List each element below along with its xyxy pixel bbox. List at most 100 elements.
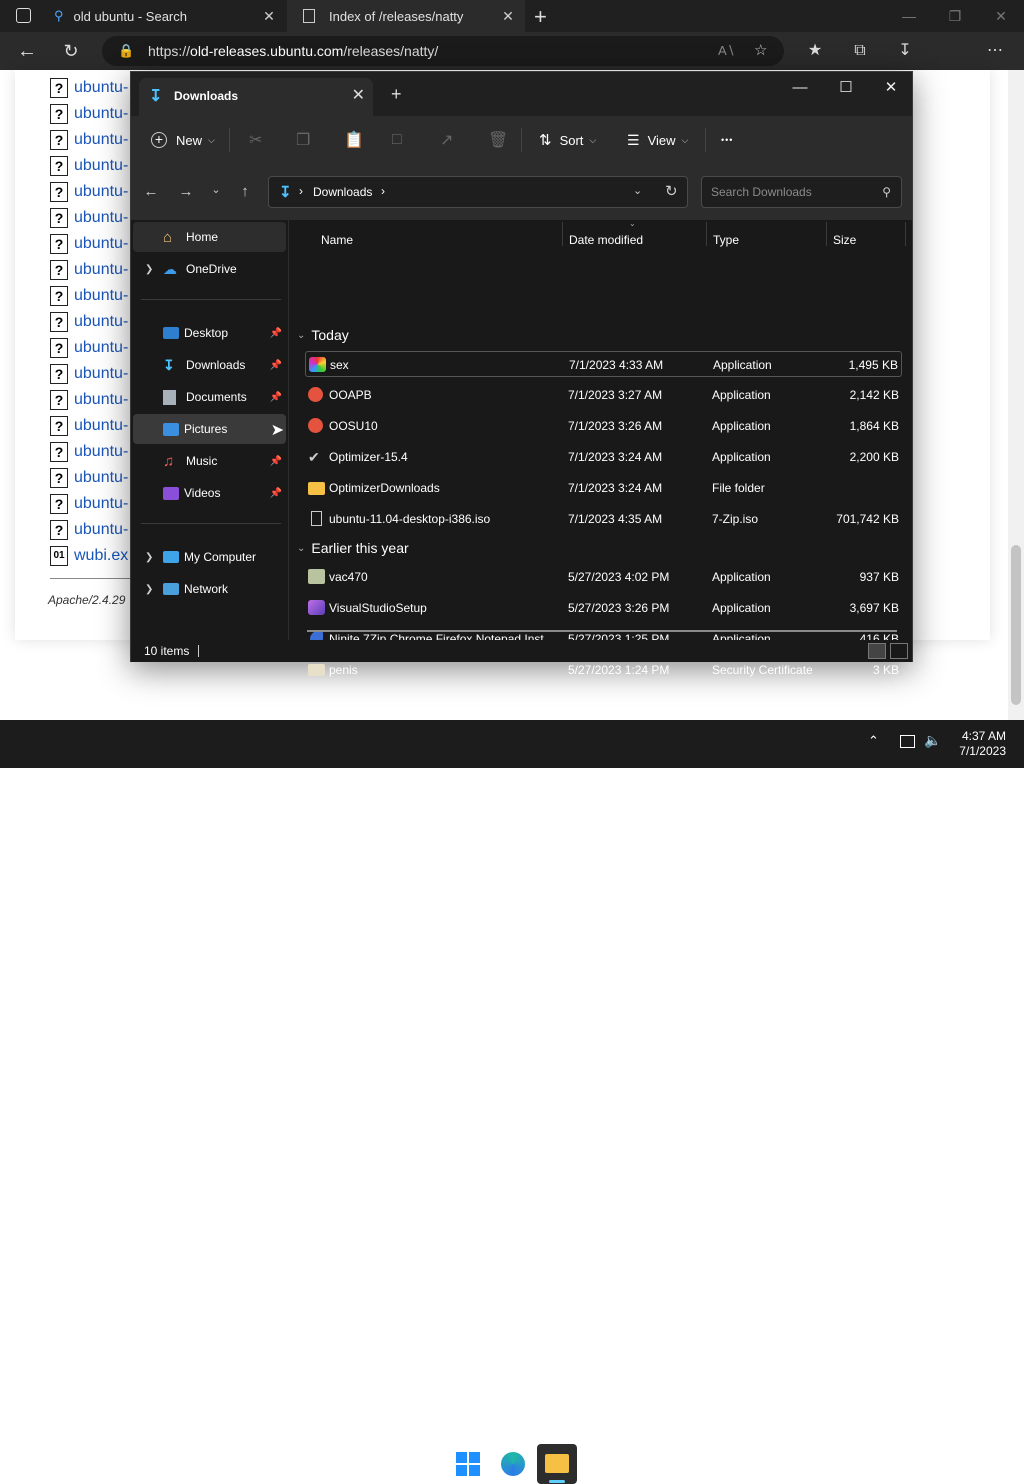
table-row[interactable]: ubuntu-11.04-desktop-i386.iso 7/1/2023 4… xyxy=(305,506,902,532)
chevron-right-icon[interactable]: ❯ xyxy=(145,552,153,563)
search-icon[interactable]: ⚲ xyxy=(882,177,891,207)
favorites-icon[interactable]: ★ xyxy=(800,36,830,66)
list-item[interactable]: ? ubuntu- xyxy=(50,363,128,385)
tiles-view-icon[interactable] xyxy=(890,643,908,659)
minimize-button[interactable]: — xyxy=(886,0,932,32)
browser-tab-index[interactable]: Index of /releases/natty ✕ xyxy=(287,0,525,32)
table-row[interactable]: VisualStudioSetup 5/27/2023 3:26 PM Appl… xyxy=(305,595,902,621)
chevron-down-icon[interactable]: ⌄ xyxy=(633,184,642,197)
new-button[interactable]: + New ⌵ xyxy=(151,126,215,154)
up-icon[interactable]: ↑ xyxy=(233,183,257,203)
column-divider[interactable] xyxy=(826,222,827,246)
table-row[interactable]: OOSU10 7/1/2023 3:26 AM Application 1,86… xyxy=(305,413,902,439)
pin-icon[interactable]: 📌 xyxy=(270,488,282,499)
list-item[interactable]: ? ubuntu- xyxy=(50,493,128,515)
list-item[interactable]: ? ubuntu- xyxy=(50,415,128,437)
recent-locations-icon[interactable]: ⌄ xyxy=(204,183,228,203)
column-divider[interactable] xyxy=(562,222,563,246)
new-tab-button[interactable]: + xyxy=(391,84,402,105)
minimize-button[interactable]: — xyxy=(777,74,823,102)
nav-item-pictures[interactable]: Pictures ➤ xyxy=(133,414,286,444)
close-icon[interactable]: ✕ xyxy=(499,7,517,25)
nav-item-my-computer[interactable]: ❯ My Computer xyxy=(133,542,286,572)
close-icon[interactable]: ✕ xyxy=(352,85,365,105)
breadcrumb-item-downloads[interactable]: Downloads xyxy=(313,185,372,199)
back-icon[interactable]: ← xyxy=(139,183,163,203)
read-aloud-icon[interactable]: A∖ xyxy=(718,36,735,66)
start-button[interactable] xyxy=(448,1444,488,1484)
chevron-up-icon[interactable]: ⌃ xyxy=(868,733,879,749)
column-divider[interactable] xyxy=(706,222,707,246)
collections-icon[interactable]: ⧉ xyxy=(845,36,875,66)
list-item[interactable]: ? ubuntu- xyxy=(50,519,128,541)
close-icon[interactable]: ✕ xyxy=(260,7,278,25)
sort-button[interactable]: ⇅ Sort ⌵ xyxy=(539,126,596,154)
rename-icon[interactable]: □ xyxy=(392,126,402,154)
chevron-right-icon[interactable]: ❯ xyxy=(145,264,153,275)
nav-item-documents[interactable]: Documents 📌 xyxy=(133,382,286,412)
table-row[interactable]: sex 7/1/2023 4:33 AM Application 1,495 K… xyxy=(305,351,902,377)
url-field[interactable]: 🔒 https://old-releases.ubuntu.com/releas… xyxy=(102,36,784,66)
nav-item-downloads[interactable]: ↧ Downloads 📌 xyxy=(133,350,286,380)
copy-icon[interactable]: ❐ xyxy=(296,126,310,154)
list-item[interactable]: ? ubuntu- xyxy=(50,207,128,229)
close-window-button[interactable]: ✕ xyxy=(978,0,1024,32)
nav-item-home[interactable]: ⌂ Home xyxy=(133,222,286,252)
maximize-button[interactable]: ☐ xyxy=(823,74,869,102)
cut-icon[interactable]: ✂ xyxy=(249,126,262,154)
group-header-today[interactable]: ⌄ Today xyxy=(297,327,349,343)
list-item[interactable]: ? ubuntu- xyxy=(50,389,128,411)
list-item[interactable]: ? ubuntu- xyxy=(50,285,128,307)
table-row[interactable]: OOAPB 7/1/2023 3:27 AM Application 2,142… xyxy=(305,382,902,408)
list-item[interactable]: 01 wubi.ex xyxy=(50,545,128,567)
nav-item-desktop[interactable]: Desktop 📌 xyxy=(133,318,286,348)
list-item[interactable]: ? ubuntu- xyxy=(50,181,128,203)
pin-icon[interactable]: 📌 xyxy=(270,392,282,403)
table-row[interactable]: OptimizerDownloads 7/1/2023 3:24 AM File… xyxy=(305,475,902,501)
tab-actions-icon[interactable] xyxy=(16,8,31,23)
horizontal-scrollbar[interactable] xyxy=(307,630,897,632)
details-view-icon[interactable] xyxy=(868,643,886,659)
nav-item-music[interactable]: ♫ Music 📌 xyxy=(133,446,286,476)
column-header-name[interactable]: Name xyxy=(321,233,353,247)
new-tab-button[interactable]: + xyxy=(534,4,547,30)
edge-taskbar-button[interactable] xyxy=(493,1444,533,1484)
group-header-earlier[interactable]: ⌄ Earlier this year xyxy=(297,540,409,556)
column-header-type[interactable]: Type xyxy=(713,233,739,247)
list-item[interactable]: ? ubuntu- xyxy=(50,337,128,359)
breadcrumb[interactable]: ↧ › Downloads › ⌄ ↻ xyxy=(268,176,688,208)
list-item[interactable]: ? ubuntu- xyxy=(50,77,128,99)
table-row[interactable]: vac470 5/27/2023 4:02 PM Application 937… xyxy=(305,564,902,590)
list-item[interactable]: ? ubuntu- xyxy=(50,233,128,255)
share-icon[interactable]: ↗ xyxy=(440,126,453,154)
list-item[interactable]: ? ubuntu- xyxy=(50,467,128,489)
list-item[interactable]: ? ubuntu- xyxy=(50,155,128,177)
list-item[interactable]: ? ubuntu- xyxy=(50,259,128,281)
favorite-add-icon[interactable]: ☆ xyxy=(754,36,767,66)
pin-icon[interactable]: 📌 xyxy=(270,456,282,467)
column-header-date[interactable]: Date modified xyxy=(569,233,643,247)
more-options-icon[interactable]: ••• xyxy=(721,126,733,154)
paste-icon[interactable]: 📋 xyxy=(344,126,364,154)
refresh-icon[interactable]: ↻ xyxy=(665,182,678,200)
page-scrollbar-thumb[interactable] xyxy=(1011,545,1021,705)
nav-item-onedrive[interactable]: ❯ ☁ OneDrive xyxy=(133,254,286,284)
restore-button[interactable]: ❐ xyxy=(932,0,978,32)
close-window-button[interactable]: ✕ xyxy=(868,74,914,102)
settings-more-icon[interactable]: ⋯ xyxy=(980,36,1010,66)
list-item[interactable]: ? ubuntu- xyxy=(50,129,128,151)
list-item[interactable]: ? ubuntu- xyxy=(50,311,128,333)
search-box[interactable]: ⚲ xyxy=(701,176,902,208)
search-input[interactable] xyxy=(709,184,869,200)
refresh-icon[interactable]: ↻ xyxy=(56,36,86,66)
nav-item-network[interactable]: ❯ Network xyxy=(133,574,286,604)
pin-icon[interactable]: 📌 xyxy=(270,360,282,371)
table-row[interactable]: ✔ Optimizer-15.4 7/1/2023 3:24 AM Applic… xyxy=(305,444,902,470)
forward-icon[interactable]: → xyxy=(174,183,198,203)
downloads-icon[interactable]: ↧ xyxy=(890,36,920,66)
delete-icon[interactable]: 🗑 xyxy=(488,126,508,154)
network-status-icon[interactable] xyxy=(900,735,915,748)
volume-icon[interactable]: 🔈 xyxy=(924,732,941,749)
view-button[interactable]: ☰ View ⌵ xyxy=(627,126,688,154)
explorer-tab-downloads[interactable]: ↧ Downloads ✕ xyxy=(139,78,373,116)
